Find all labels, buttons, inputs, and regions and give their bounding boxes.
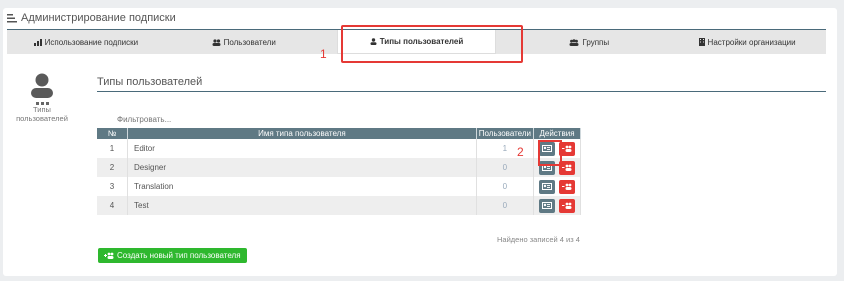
col-header-actions: Действия xyxy=(533,128,581,139)
user-types-table: № Имя типа пользователя Пользователи Дей… xyxy=(97,128,581,215)
col-header-users[interactable]: Пользователи xyxy=(476,128,535,139)
remove-users-icon[interactable] xyxy=(559,179,575,194)
filter-input[interactable] xyxy=(97,109,499,130)
settings-list-icon xyxy=(7,13,17,22)
table-row: 4 Test 0 xyxy=(97,196,581,215)
row-users-count: 0 xyxy=(476,158,535,177)
row-num: 4 xyxy=(97,196,128,215)
sidebar-label: Типы пользователей xyxy=(16,105,68,123)
chart-icon xyxy=(33,38,42,46)
tab-groups[interactable]: Группы xyxy=(510,30,668,54)
table-header-row: № Имя типа пользователя Пользователи Дей… xyxy=(97,128,581,139)
row-num: 3 xyxy=(97,177,128,196)
create-user-type-button[interactable]: Создать новый тип пользователя xyxy=(98,248,247,263)
row-actions xyxy=(533,177,581,196)
row-num: 2 xyxy=(97,158,128,177)
table-row: 1 Editor 1 xyxy=(97,139,581,158)
tab-subscription-usage[interactable]: Использование подписки xyxy=(7,30,165,54)
callout-number-2: 2 xyxy=(517,145,524,159)
remove-users-icon[interactable] xyxy=(559,198,575,213)
row-num: 1 xyxy=(97,139,128,158)
row-name: Translation xyxy=(127,177,477,196)
add-users-icon xyxy=(104,252,114,259)
users-icon xyxy=(212,38,221,46)
records-summary: Найдено записей 4 из 4 xyxy=(497,235,580,244)
section-divider xyxy=(97,91,826,92)
group-icon xyxy=(569,38,579,46)
col-header-name[interactable]: Имя типа пользователя xyxy=(127,128,477,139)
page-title: Администрирование подписки xyxy=(21,12,176,24)
table-row: 2 Designer 0 xyxy=(97,158,581,177)
sidebar-user-types[interactable]: Типы пользователей xyxy=(12,72,72,123)
row-users-count: 0 xyxy=(476,196,535,215)
building-icon xyxy=(698,38,705,46)
row-name: Designer xyxy=(127,158,477,177)
callout-number-1: 1 xyxy=(320,47,327,61)
action-highlight-box xyxy=(538,140,562,166)
row-name: Test xyxy=(127,196,477,215)
col-header-num[interactable]: № xyxy=(97,128,128,139)
tab-users[interactable]: Пользователи xyxy=(165,30,323,54)
edit-card-icon[interactable] xyxy=(539,198,555,213)
table-row: 3 Translation 0 xyxy=(97,177,581,196)
section-title: Типы пользователей xyxy=(97,76,203,88)
user-icon xyxy=(31,73,53,98)
tab-highlight-box xyxy=(341,25,523,63)
row-name: Editor xyxy=(127,139,477,158)
row-users-count: 1 xyxy=(476,139,535,158)
row-users-count: 0 xyxy=(476,177,535,196)
filter-row xyxy=(97,109,581,130)
tab-org-settings[interactable]: Настройки организации xyxy=(668,30,826,54)
page-header: Администрирование подписки xyxy=(7,10,176,26)
row-actions xyxy=(533,196,581,215)
edit-card-icon[interactable] xyxy=(539,179,555,194)
